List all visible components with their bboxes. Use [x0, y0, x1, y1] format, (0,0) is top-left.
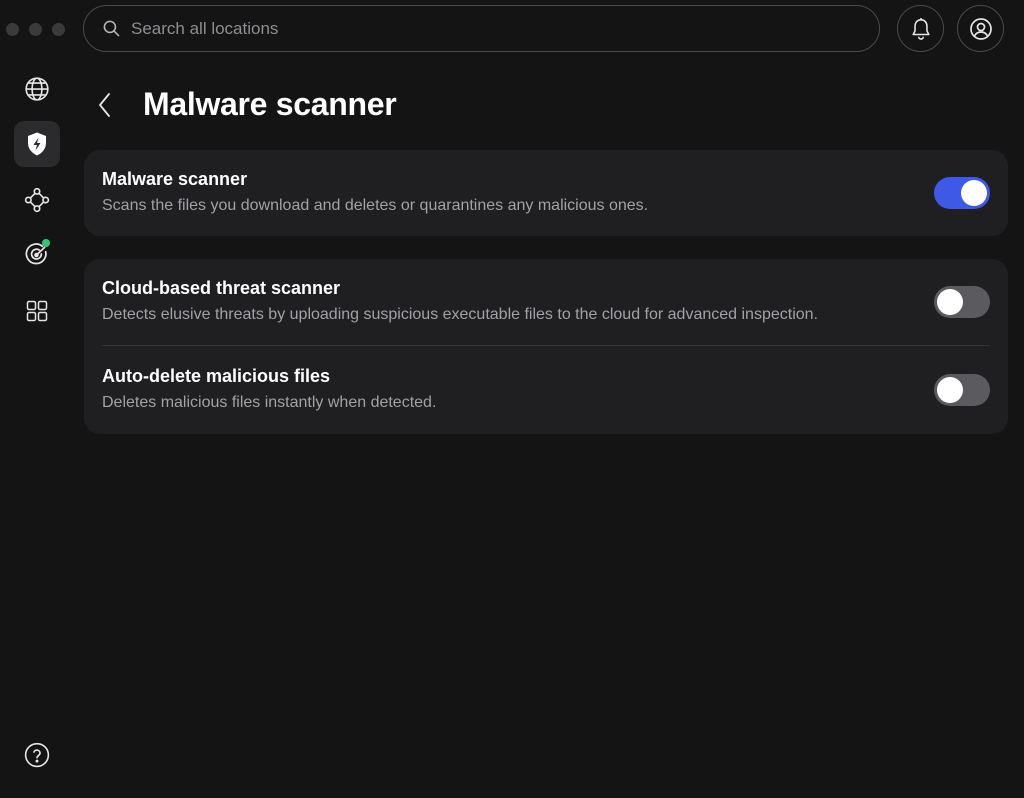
- network-nodes-icon: [24, 187, 50, 213]
- cloud-threat-scanner-toggle[interactable]: [934, 286, 990, 318]
- page-title: Malware scanner: [143, 86, 397, 122]
- notifications-button[interactable]: [897, 5, 944, 52]
- zoom-window-button[interactable]: [52, 23, 65, 36]
- auto-delete-toggle[interactable]: [934, 374, 990, 406]
- search-input[interactable]: [131, 18, 831, 39]
- apps-grid-icon: [26, 300, 48, 322]
- user-icon: [969, 17, 992, 40]
- setting-row-malware-scanner: Malware scanner Scans the files you down…: [84, 150, 1008, 236]
- toggle-knob: [937, 377, 963, 403]
- settings-card-advanced: Cloud-based threat scanner Detects elusi…: [84, 259, 1008, 434]
- minimize-window-button[interactable]: [29, 23, 42, 36]
- setting-row-auto-delete: Auto-delete malicious files Deletes mali…: [102, 345, 990, 431]
- setting-description: Deletes malicious files instantly when d…: [102, 394, 437, 411]
- window-controls: [6, 23, 65, 36]
- chevron-left-icon: [99, 93, 110, 117]
- setting-title: Auto-delete malicious files: [102, 366, 331, 386]
- toggle-knob: [937, 289, 963, 315]
- status-badge: [42, 239, 50, 247]
- sidebar-item-meshnet[interactable]: [14, 177, 60, 223]
- search-icon: [103, 20, 120, 37]
- sidebar-item-dark-web-monitor[interactable]: [14, 232, 60, 278]
- setting-description: Scans the files you download and deletes…: [102, 197, 649, 214]
- back-button[interactable]: [92, 88, 118, 122]
- account-button[interactable]: [957, 5, 1004, 52]
- sidebar-item-browsing[interactable]: [14, 66, 60, 112]
- toggle-knob: [961, 180, 987, 206]
- sidebar-item-threat-protection[interactable]: [14, 121, 60, 167]
- bell-icon: [911, 17, 930, 40]
- search-bar[interactable]: [83, 5, 880, 52]
- sidebar-nav: [0, 60, 74, 798]
- settings-card-malware-scanner: Malware scanner Scans the files you down…: [84, 150, 1008, 236]
- app-window: Malware scanner Malware scanner Scans th…: [0, 0, 1024, 798]
- setting-row-cloud-threat-scanner: Cloud-based threat scanner Detects elusi…: [84, 259, 1008, 345]
- close-window-button[interactable]: [6, 23, 19, 36]
- malware-scanner-toggle[interactable]: [934, 177, 990, 209]
- shield-bolt-icon: [28, 132, 46, 156]
- setting-title: Cloud-based threat scanner: [102, 278, 341, 298]
- help-button[interactable]: [23, 741, 51, 769]
- setting-description: Detects elusive threats by uploading sus…: [102, 306, 818, 323]
- setting-title: Malware scanner: [102, 169, 248, 189]
- help-icon: [24, 742, 50, 768]
- globe-icon: [25, 77, 49, 101]
- sidebar-item-tools[interactable]: [14, 288, 60, 334]
